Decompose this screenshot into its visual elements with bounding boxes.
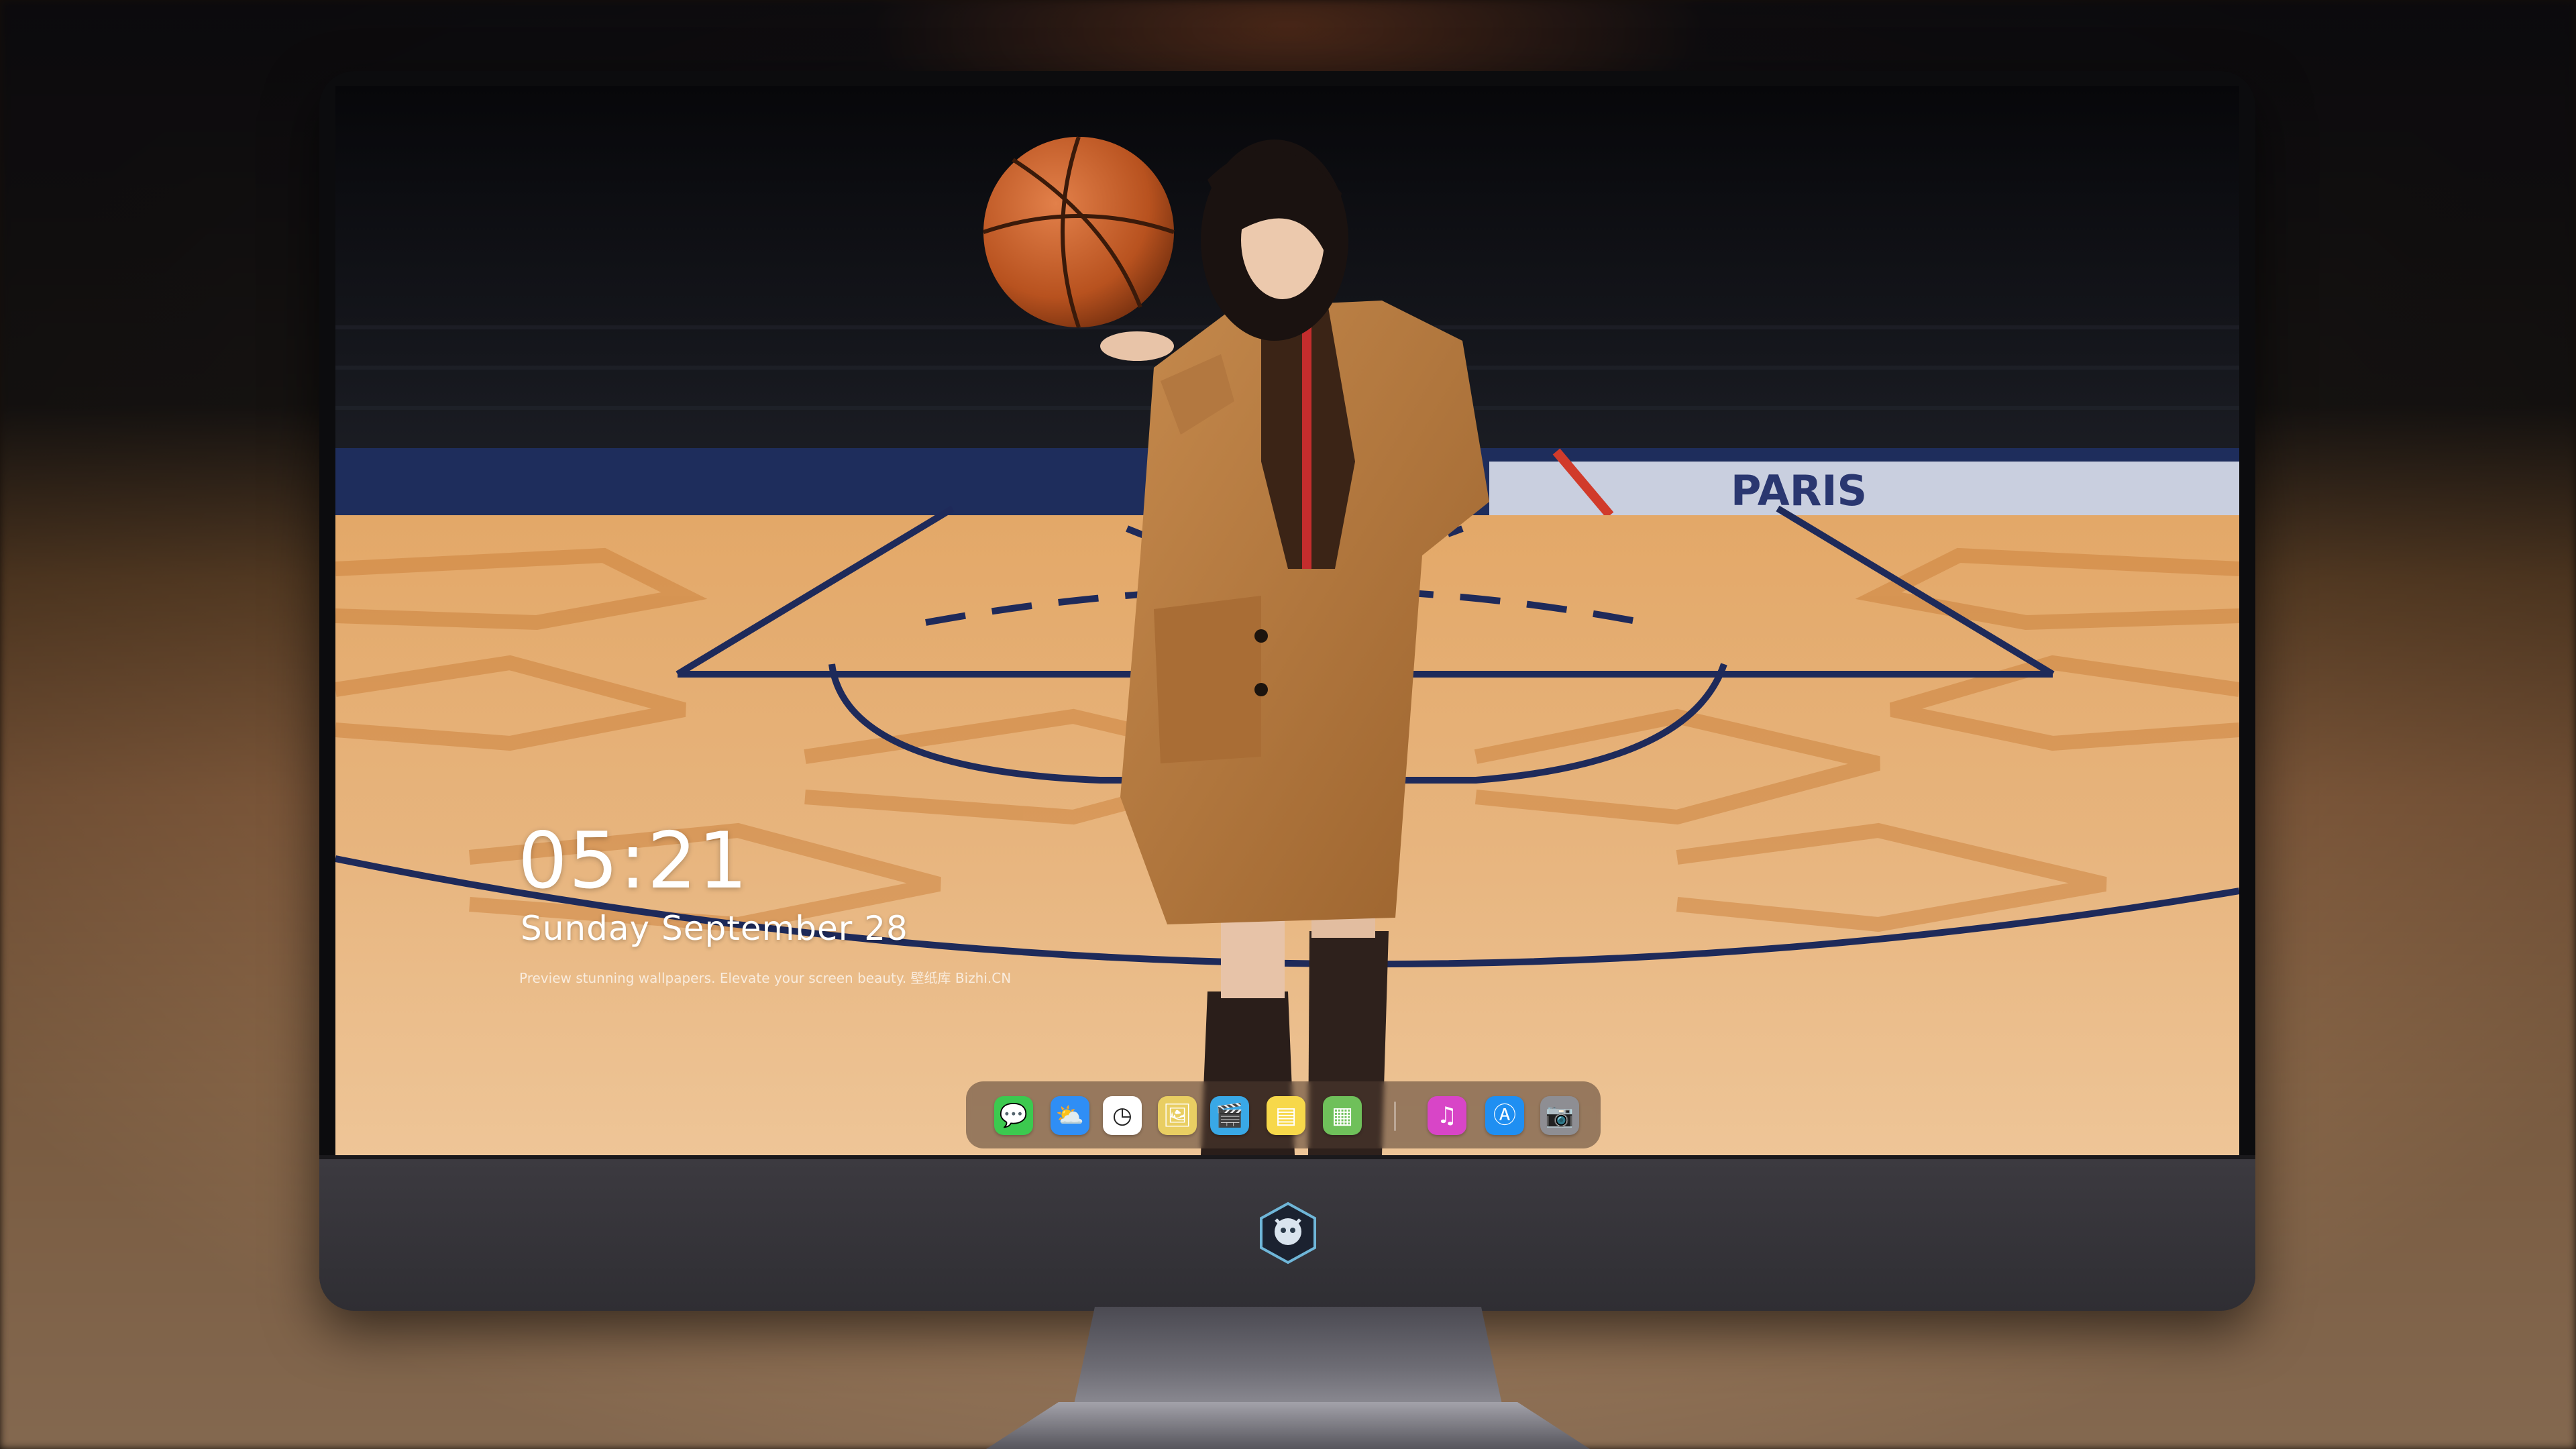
basketball [983,136,1175,328]
app-store-icon[interactable]: Ⓐ [1485,1096,1524,1135]
clock-icon[interactable]: ◷ [1103,1096,1142,1135]
camera-icon[interactable]: 📷 [1540,1096,1579,1135]
lock-date: Sunday September 28 [521,909,908,948]
notes-icon[interactable]: ▤ [1267,1096,1305,1135]
lock-screen[interactable]: PARIS 05:21 Sunday September 28 Preview … [335,86,2239,1155]
messages-icon[interactable]: 💬 [994,1096,1033,1135]
lock-clock: 05:21 [518,816,749,906]
weather-icon[interactable]: ⛅ [1051,1096,1089,1135]
preview-icon[interactable]: 🖼 [1158,1096,1197,1135]
brand-logo-icon [1260,1201,1316,1265]
photo-app-icon[interactable]: ▦ [1323,1096,1362,1135]
wallpaper-illustration: PARIS [335,86,2239,1155]
court-wall-text: PARIS [1731,466,1867,515]
dock-separator [1394,1102,1396,1131]
monitor-stand-foot [986,1402,1590,1449]
music-icon[interactable]: ♫ [1428,1096,1466,1135]
wallpaper-caption: Preview stunning wallpapers. Elevate you… [519,970,1012,986]
clips-icon[interactable]: 🎬 [1210,1096,1249,1135]
monitor-stand-neck [1073,1307,1503,1407]
